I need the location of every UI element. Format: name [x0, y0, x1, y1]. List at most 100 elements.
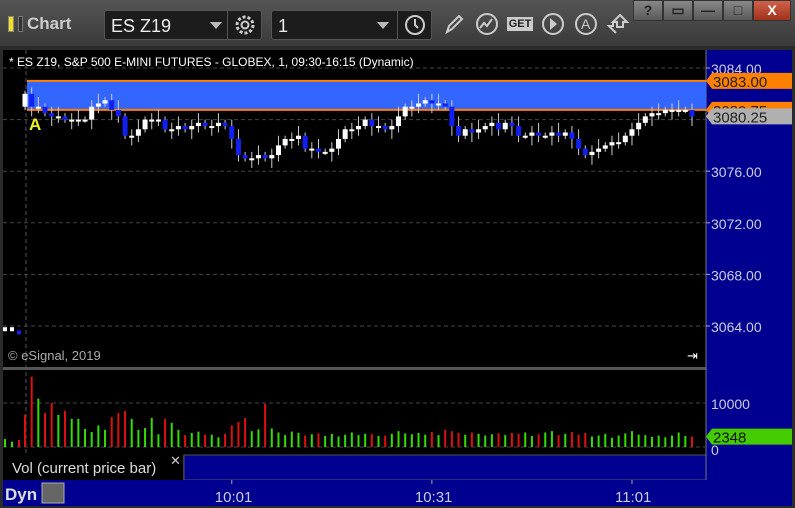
- candle-body: [22, 93, 28, 107]
- chevron-down-icon[interactable]: [377, 22, 389, 29]
- candle-body: [202, 122, 208, 127]
- symbol-value: ES Z19: [111, 16, 172, 36]
- candle-body: [609, 142, 615, 146]
- candle-body: [689, 109, 695, 117]
- help-button[interactable]: ?: [633, 0, 663, 21]
- a-icon[interactable]: A: [572, 10, 600, 38]
- candle-body: [135, 129, 141, 136]
- candle-body: [55, 116, 61, 119]
- copyright: © eSignal, 2019: [8, 348, 101, 363]
- close-study-icon[interactable]: ✕: [170, 453, 181, 468]
- candle-body: [235, 138, 241, 156]
- candle-body: [669, 109, 675, 112]
- candle-body: [469, 129, 475, 133]
- candle-body: [335, 138, 341, 149]
- arrows-icon[interactable]: [604, 10, 632, 38]
- get-icon[interactable]: GET: [506, 10, 534, 38]
- candle-body: [29, 93, 35, 107]
- candle-body: [442, 103, 448, 107]
- interval-combo[interactable]: 1: [271, 10, 432, 40]
- volume-study-label[interactable]: Vol (current price bar): [12, 460, 156, 477]
- candle-body: [189, 126, 195, 130]
- candle-body: [349, 129, 355, 132]
- pane-divider[interactable]: [3, 367, 706, 370]
- candle-body: [169, 129, 175, 132]
- candle-body: [642, 116, 648, 123]
- candle-body: [369, 119, 375, 127]
- prior-candle: [3, 327, 7, 332]
- candle-body: [656, 113, 662, 116]
- volume-pane[interactable]: [3, 370, 706, 455]
- time-axis[interactable]: [3, 480, 792, 506]
- close-button[interactable]: X: [753, 0, 791, 21]
- candle-body: [295, 135, 301, 139]
- candle-body: [229, 126, 235, 139]
- chevron-down-icon[interactable]: [210, 22, 222, 29]
- candle-body: [315, 148, 321, 152]
- study-icon[interactable]: [473, 10, 501, 38]
- maximize-button[interactable]: □: [723, 0, 753, 21]
- candle-body: [589, 151, 595, 156]
- price-tag-label: 3083.00: [713, 74, 767, 91]
- candle-body: [569, 132, 575, 139]
- link-color-icon-2: [18, 16, 23, 32]
- window-title: Chart: [27, 14, 72, 33]
- dock-button[interactable]: ▭: [663, 0, 693, 21]
- candle-body: [596, 148, 602, 152]
- candle-body: [362, 119, 368, 127]
- candle-body: [329, 148, 335, 152]
- play-icon[interactable]: [539, 10, 567, 38]
- candle-body: [582, 148, 588, 156]
- chart-area[interactable]: 3084.003076.003072.003068.003064.003083.…: [0, 46, 795, 508]
- time-tick-label: 10:01: [215, 489, 253, 506]
- candle-body: [215, 122, 221, 127]
- candle-body: [542, 135, 548, 138]
- prior-candle: [10, 327, 14, 332]
- time-tick-label: 11:01: [615, 489, 651, 506]
- candle-body: [262, 155, 268, 159]
- candle-body: [502, 122, 508, 130]
- pencil-icon[interactable]: [440, 10, 468, 38]
- dynamic-mode-label[interactable]: Dyn: [5, 485, 37, 504]
- candle-body: [195, 122, 201, 127]
- candle-body: [69, 119, 75, 122]
- candle-body: [109, 100, 115, 110]
- candle-body: [49, 113, 55, 117]
- lock-icon[interactable]: [41, 482, 65, 504]
- time-tick-label: 10:31: [415, 489, 453, 506]
- candle-body: [676, 109, 682, 112]
- candle-body: [175, 126, 181, 130]
- candle-body: [429, 100, 435, 104]
- candle-body: [89, 106, 95, 120]
- clock-icon[interactable]: [397, 11, 431, 39]
- price-tick-label: 3068.00: [711, 267, 762, 283]
- prior-candle: [17, 330, 21, 335]
- gear-icon[interactable]: [227, 11, 261, 39]
- candle-body: [356, 126, 361, 130]
- candle-body: [496, 122, 502, 130]
- minimize-button[interactable]: —: [693, 0, 723, 21]
- interval-value: 1: [278, 16, 289, 36]
- candle-body: [255, 155, 261, 159]
- candle-body: [522, 135, 528, 138]
- candle-body: [396, 116, 402, 127]
- alert-marker[interactable]: A: [29, 115, 41, 134]
- candle-body: [269, 155, 275, 159]
- candle-body: [42, 106, 48, 114]
- candle-body: [142, 119, 148, 130]
- scroll-to-end-icon[interactable]: ⇥: [687, 348, 698, 363]
- candle-body: [516, 126, 522, 136]
- candle-body: [509, 122, 515, 127]
- link-color-icon[interactable]: [8, 16, 14, 32]
- app-title: Chart: [8, 14, 71, 34]
- svg-text:A: A: [581, 16, 591, 32]
- candle-body: [309, 148, 315, 151]
- candle-body: [576, 138, 582, 149]
- candle-body: [436, 103, 442, 106]
- volume-tick-label: 10000: [711, 396, 750, 412]
- candle-body: [649, 113, 655, 117]
- symbol-combo[interactable]: ES Z19: [104, 10, 262, 40]
- candle-body: [616, 142, 622, 145]
- candle-body: [682, 109, 688, 112]
- candle-body: [556, 132, 562, 136]
